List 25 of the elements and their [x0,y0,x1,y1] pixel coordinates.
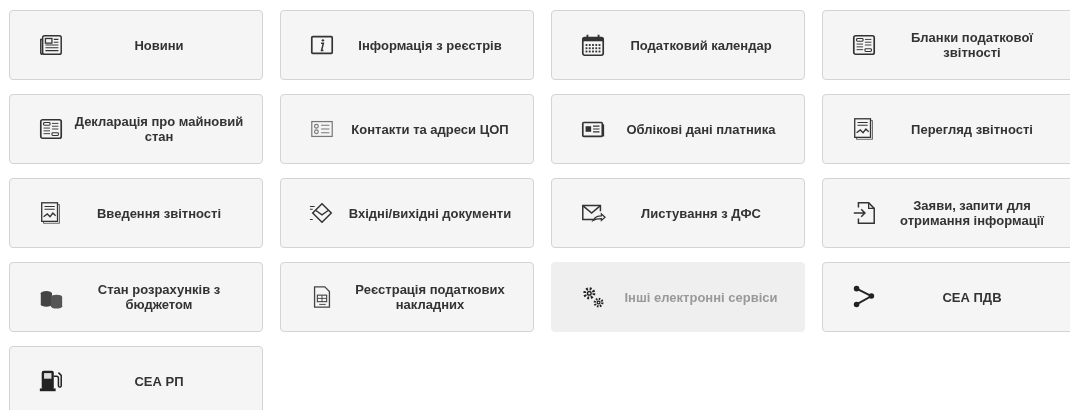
service-tile[interactable]: Декларація про майновий стан [9,94,263,164]
service-tile[interactable]: Вхідні/вихідні документи [280,178,534,248]
service-tile[interactable]: Бланки податкової звітності [822,10,1070,80]
service-tile[interactable]: Реєстрація податкових накладних [280,262,534,332]
calendar-icon [580,32,606,58]
envelope-icon [309,200,335,226]
form-icon [851,32,877,58]
service-tile[interactable]: Контакти та адреси ЦОП [280,94,534,164]
service-tile[interactable]: Новини [9,10,263,80]
service-tile[interactable]: СЕА РП [9,346,263,410]
service-tile[interactable]: Інформація з реєстрів [280,10,534,80]
service-tile[interactable]: Перегляд звітності [822,94,1070,164]
service-tile[interactable]: Облікові дані платника [551,94,805,164]
service-tile[interactable]: Податковий календар [551,10,805,80]
service-tile[interactable]: Введення звітності [9,178,263,248]
service-tile[interactable]: Листування з ДФС [551,178,805,248]
file-import-icon [851,200,877,226]
form-icon [38,116,64,142]
service-tile[interactable]: Заяви, запити для отримання інформації [822,178,1070,248]
service-tile[interactable]: Стан розрахунків з бюджетом [9,262,263,332]
share-icon [851,284,877,310]
service-tile[interactable]: СЕА ПДВ [822,262,1070,332]
gears-icon [580,284,606,310]
fuel-pump-icon [38,368,64,394]
newspaper-icon [38,32,64,58]
